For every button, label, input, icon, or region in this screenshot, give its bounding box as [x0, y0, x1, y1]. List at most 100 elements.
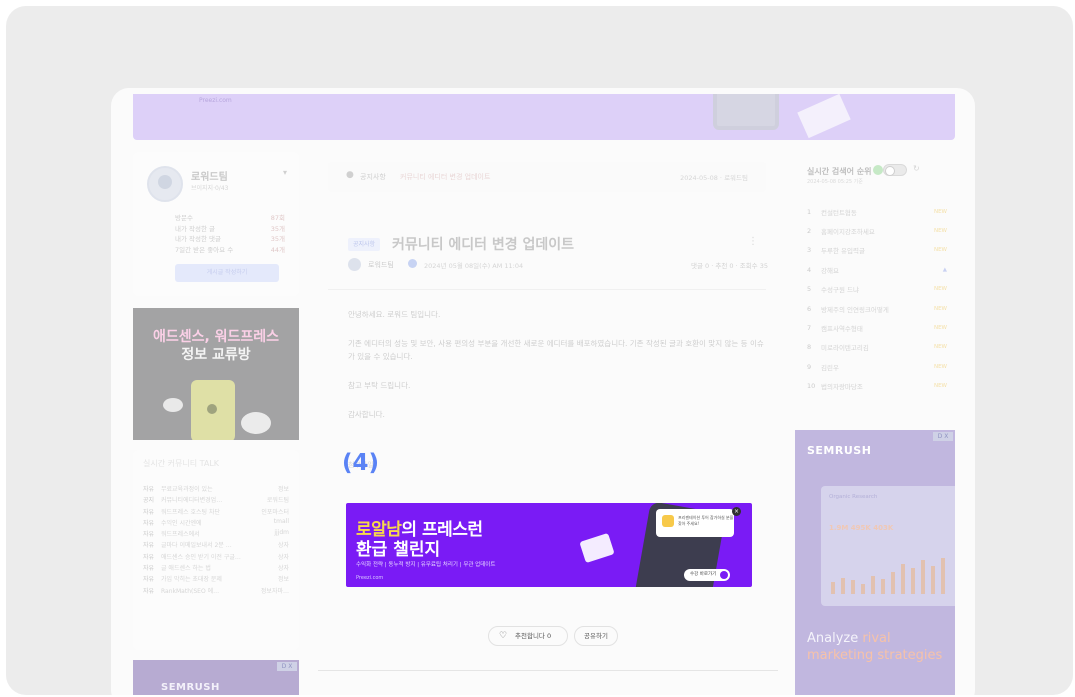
list-item[interactable]: 8 미로라이텐고리김 NEW — [807, 338, 947, 357]
post-body: 안녕하세요. 로워드 팀입니다. 기존 에디터의 성능 및 보안, 사용 편의성… — [348, 308, 768, 437]
chevron-down-icon[interactable]: ▾ — [283, 168, 287, 177]
banner-logo: Preezi.com — [199, 97, 232, 104]
profile-stats: 방문수 87회 내가 작성한 글 35개 내가 작성한 댓글 35개 7일간 받은 좋… — [175, 212, 285, 254]
semrush-logo: SEMRUSH — [807, 444, 872, 457]
verified-icon — [408, 259, 417, 268]
stat-row: 7일간 받은 좋아요 수 44개 — [175, 245, 285, 254]
list-item[interactable]: 자유 글마다 이메일보내서 2분 … 상자 — [143, 540, 289, 551]
paragraph: 기존 에디터의 성능 및 보안, 사용 편의성 부분을 개선한 새로운 에디터를… — [348, 339, 764, 361]
live-indicator-icon — [873, 165, 883, 175]
avatar[interactable] — [147, 166, 183, 202]
list-item[interactable]: 7 캠프사역수형태 NEW — [807, 318, 947, 337]
post-date: 2024년 05월 08일(수) AM 11:04 — [424, 262, 524, 270]
notice-date: 2024-05-08 · 로워드팀 — [680, 174, 748, 182]
ad-tagline: Analyze rival marketing strategies — [807, 631, 943, 663]
semrush-logo: SEMRUSH — [161, 682, 220, 693]
paragraph: 감사합니다. — [348, 410, 385, 419]
more-icon[interactable]: ⋮ — [748, 236, 758, 247]
ranking-timestamp: 2024-05-08 05:25 기준 — [807, 179, 863, 185]
post-content: ● 공지사항 커뮤니티 에디터 변경 업데이트 2024-05-08 · 로워드… — [318, 158, 778, 695]
list-item[interactable]: 6 방제주의 인연링크어떻게 NEW — [807, 299, 947, 318]
list-item[interactable]: 자유 워드프레스에서 jjjdm — [143, 529, 289, 540]
talk-list: 자유 무료교육과정이 있는 정보 공지 커뮤니티에디터변경업… 로워드팀 자유 워드프레스… — [143, 484, 289, 597]
panel-bars — [831, 554, 955, 594]
notice-bar[interactable]: ● 공지사항 커뮤니티 에디터 변경 업데이트 2024-05-08 · 로워드… — [328, 162, 766, 192]
close-icon[interactable]: × — [732, 507, 741, 516]
semrush-ad-large[interactable]: D X SEMRUSH Organic Research 1.9M 495K 4… — [795, 430, 955, 695]
list-item[interactable]: 자유 글 애드센스 하는 법 상자 — [143, 563, 289, 574]
notice-label: 공지사항 — [360, 173, 386, 181]
list-item[interactable]: 3 두루한 유입력글 NEW — [807, 241, 947, 260]
banner-illustration — [713, 94, 779, 130]
list-item[interactable]: 1 컨설턴트협동 NEW — [807, 202, 947, 221]
web-page: Preezi.com 로워드팀 브이지지·0/43 ▾ 방문수 87회 내가 작성… — [111, 88, 975, 695]
heart-icon: ♡ — [499, 631, 508, 641]
divider — [328, 289, 766, 290]
profile-subtitle: 브이지지·0/43 — [191, 185, 229, 192]
list-item[interactable]: 10 법의자랑마당조 NEW — [807, 377, 947, 396]
screenshot-frame: Preezi.com 로워드팀 브이지지·0/43 ▾ 방문수 87회 내가 작성… — [6, 6, 1073, 695]
write-post-button[interactable]: 게시글 작성하기 — [175, 264, 279, 282]
list-item[interactable]: 자유 워드프레스 호스팅 차단 인포마스터 — [143, 507, 289, 518]
notification-text: 프리젠테이션 투어 참가하실 분을 찾아 주세요! — [678, 515, 734, 526]
list-item[interactable]: 2 홈페이지강조하세요 NEW — [807, 221, 947, 240]
list-item[interactable]: 자유 가입 막히는 초대장 문제 정보 — [143, 574, 289, 585]
challenge-ad-banner[interactable]: 로알남의 프레스런 환급 챌린지 수익화 전략 | 동누적 방지 | 유무료팁 … — [346, 503, 752, 587]
notice-title[interactable]: 커뮤니티 에디터 변경 업데이트 — [400, 172, 490, 182]
list-item[interactable]: 자유 애드센스 승인 받기 이전 구글… 상자 — [143, 552, 289, 563]
category-badge: 공지사항 — [348, 238, 380, 251]
ad-description: 수익화 전략 | 동누적 방지 | 유무료팁 처리기 | 무관 업데이트 — [356, 562, 496, 568]
ranking-list: 1 컨설턴트협동 NEW 2 홈페이지강조하세요 NEW 3 두루한 유입력글 NEW 4강… — [807, 202, 947, 396]
profile-name: 로워드팀 — [191, 172, 228, 183]
paragraph: 안녕하세요. 로워드 팀입니다. — [348, 310, 441, 319]
ad-dashboard-preview: Organic Research 1.9M 495K 403K — [821, 486, 955, 606]
notice-icon: ● — [346, 170, 354, 180]
list-item[interactable]: 9 김린우 NEW — [807, 357, 947, 376]
ad-notification-card: 프리젠테이션 투어 참가하실 분을 찾아 주세요! — [656, 509, 734, 537]
post-meta: 로워드팀 2024년 05월 08일(수) AM 11:04 댓글 0 · 추천… — [348, 258, 768, 272]
paragraph: 참고 부탁 드립니다. — [348, 381, 411, 390]
list-item[interactable]: 5 수성구원 드냐 NEW — [807, 280, 947, 299]
profile-card: 로워드팀 브이지지·0/43 ▾ 방문수 87회 내가 작성한 글 35개 내가 작… — [133, 152, 299, 296]
recommend-button[interactable]: ♡ 추천합니다 0 — [488, 626, 568, 646]
list-item[interactable]: 공지 커뮤니티에디터변경업… 로워드팀 — [143, 495, 289, 506]
ranking-title: 실시간 검색어 순위 — [807, 167, 872, 176]
speech-bubble-icon — [163, 398, 183, 412]
refresh-icon[interactable]: ↻ — [913, 164, 920, 173]
divider — [318, 670, 778, 671]
panel-title: Organic Research — [829, 494, 878, 500]
ad-subheadline: 환급 챌린지 — [356, 540, 441, 560]
semrush-ad-small[interactable]: D X SEMRUSH — [133, 660, 299, 695]
talk-header: 실시간 커뮤니티 TALK — [143, 459, 220, 468]
list-item[interactable]: 자유 무료교육과정이 있는 정보 — [143, 484, 289, 495]
banner-paper-illustration — [797, 94, 851, 139]
ad-choices-tag[interactable]: D X — [277, 662, 297, 671]
stat-row: 방문수 87회 — [175, 214, 285, 222]
list-item[interactable]: 자유 수익인 시간엔에 tmall — [143, 518, 289, 529]
community-ad[interactable]: 애드센스, 워드프레스 정보 교류방 — [133, 308, 299, 440]
panel-numbers: 1.9M 495K 403K — [829, 524, 894, 532]
page-title: 커뮤니티 에디터 변경 업데이트 — [392, 237, 575, 253]
notification-icon — [662, 515, 674, 527]
stat-row: 내가 작성한 글 35개 — [175, 224, 285, 233]
speech-bubble-icon — [241, 412, 271, 434]
author-name[interactable]: 로워드팀 — [368, 260, 394, 270]
community-talk-panel: 실시간 커뮤니티 TALK 자유 무료교육과정이 있는 정보 공지 커뮤니티에디터변경… — [133, 450, 299, 650]
stat-row: 내가 작성한 댓글 35개 — [175, 235, 285, 243]
ad-headline: 애드센스, 워드프레스 — [152, 329, 280, 345]
ad-choices-tag[interactable]: D X — [933, 432, 953, 441]
list-item[interactable]: 자유 RankMath(SEO 에… 정보자마… — [143, 586, 289, 597]
phone-illustration — [191, 380, 235, 440]
list-item[interactable]: 4 강해요 ▲ — [807, 260, 947, 279]
ad-subheadline: 정보 교류방 — [181, 347, 251, 363]
ad-logo: Preezi.com — [356, 575, 384, 581]
recommend-label: 추천합니다 0 — [515, 632, 552, 640]
author-avatar[interactable] — [348, 258, 361, 271]
step-label: (4) — [342, 450, 380, 476]
share-button[interactable]: 공유하기 — [574, 626, 618, 646]
post-stats: 댓글 0 · 추천 0 · 조회수 35 — [691, 262, 768, 270]
ranking-toggle[interactable] — [883, 164, 907, 176]
top-banner-ad[interactable]: Preezi.com — [133, 94, 955, 140]
ad-cta-button[interactable]: 수강 바로가기 — [684, 569, 730, 581]
book-illustration — [579, 532, 615, 564]
